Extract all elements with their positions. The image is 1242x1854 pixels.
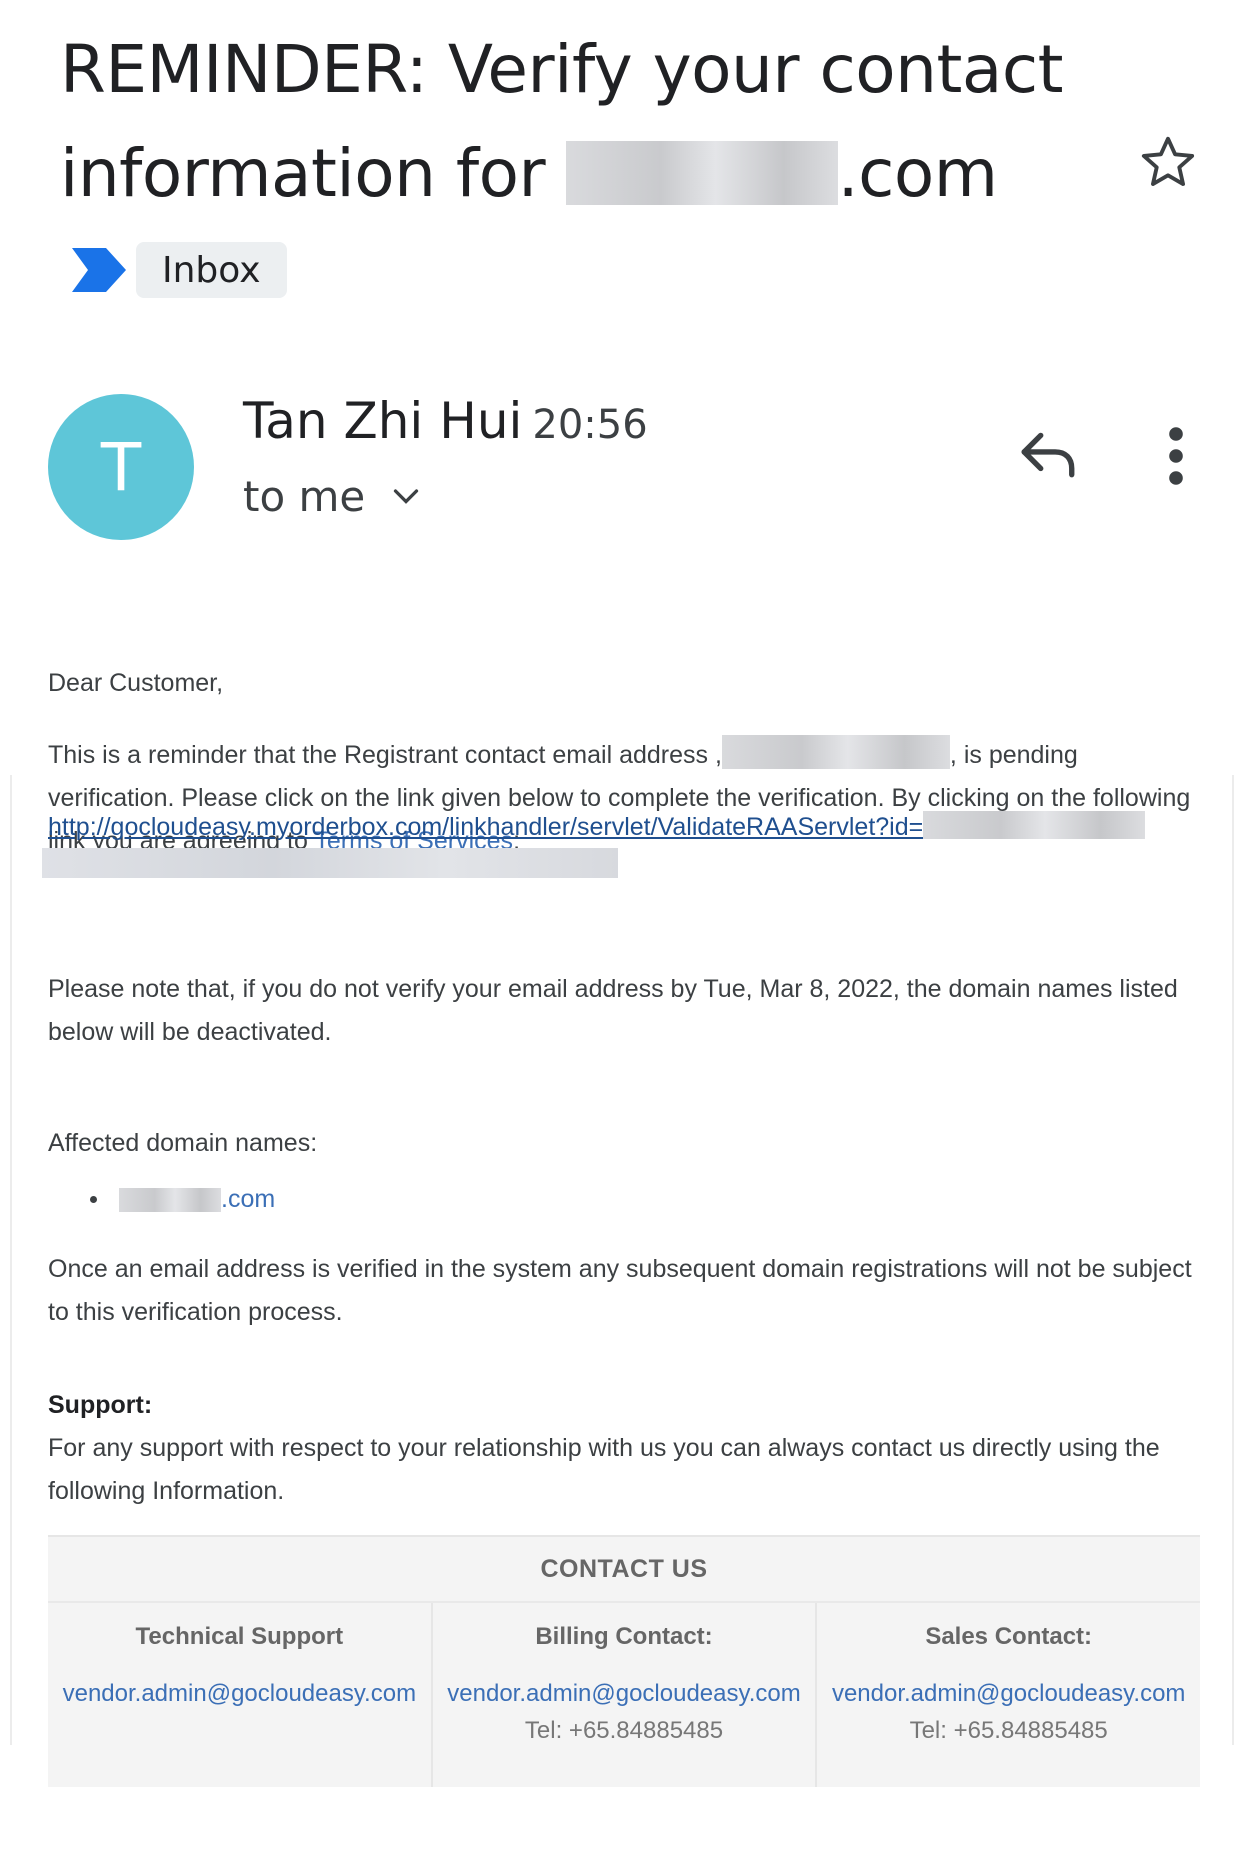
subject-line-1: REMINDER: Verify your contact [60, 31, 1064, 108]
contact-us-title: CONTACT US [48, 1537, 1200, 1603]
contact-email-link[interactable]: vendor.admin@gocloudeasy.com [48, 1675, 431, 1713]
contact-column-sales: Sales Contact: vendor.admin@gocloudeasy.… [817, 1603, 1200, 1787]
subject-prefix: information for [60, 135, 566, 212]
sender-name[interactable]: Tan Zhi Hui [243, 392, 522, 450]
greeting: Dear Customer, [48, 669, 224, 697]
sent-time: 20:56 [532, 402, 648, 448]
inbox-label-chip[interactable]: Inbox [136, 242, 287, 298]
redacted-url-id [923, 811, 1146, 839]
contact-heading: Billing Contact: [535, 1623, 713, 1650]
redacted-email [721, 735, 950, 769]
recipient-details-toggle[interactable]: to me [243, 472, 421, 521]
domain-suffix: .com [221, 1185, 276, 1213]
contact-column-technical: Technical Support vendor.admin@gocloudea… [48, 1603, 433, 1787]
contact-columns: Technical Support vendor.admin@gocloudea… [48, 1603, 1200, 1787]
more-vertical-icon[interactable] [1156, 424, 1196, 488]
importance-marker-icon[interactable] [72, 248, 126, 292]
star-outline-icon[interactable] [1137, 132, 1199, 194]
inbox-label-text: Inbox [162, 249, 261, 291]
support-paragraph: For any support with respect to your rel… [48, 1434, 1160, 1505]
support-heading: Support: [48, 1391, 153, 1419]
verification-link[interactable]: http://gocloudeasy.myorderbox.com/linkha… [48, 806, 1146, 849]
contact-email-link[interactable]: vendor.admin@gocloudeasy.com [817, 1675, 1200, 1713]
avatar-initial: T [100, 428, 142, 506]
sender-info: Tan Zhi Hui 20:56 [243, 392, 648, 450]
redacted-domain-name [119, 1187, 221, 1212]
verification-process-paragraph: Once an email address is verified in the… [48, 1255, 1192, 1326]
contact-heading: Technical Support [135, 1623, 344, 1650]
contact-tel: Tel: +65.84885485 [524, 1717, 724, 1744]
reply-icon[interactable] [1018, 428, 1080, 480]
recipient-text: to me [243, 472, 366, 521]
subject-suffix: .com [837, 135, 998, 212]
chevron-down-icon [394, 488, 419, 504]
subject-line-2: information for .com [60, 122, 1110, 226]
contact-tel: Tel: +65.84885485 [909, 1717, 1108, 1744]
contact-heading: Sales Contact: [925, 1623, 1093, 1650]
email-view: REMINDER: Verify your contact informatio… [0, 0, 1242, 1854]
contact-column-billing: Billing Contact: vendor.admin@gocloudeas… [433, 1603, 818, 1787]
verification-url: http://gocloudeasy.myorderbox.com/linkha… [48, 813, 924, 841]
redacted-url-continuation [42, 848, 618, 878]
card-border-left [10, 775, 12, 1745]
redacted-domain [565, 140, 838, 205]
deactivation-note: Please note that, if you do not verify y… [48, 975, 1178, 1046]
bullet [90, 1196, 97, 1203]
contact-us-table: CONTACT US Technical Support vendor.admi… [48, 1535, 1200, 1787]
affected-domain-item[interactable]: .com [90, 1178, 275, 1221]
affected-heading: Affected domain names: [48, 1129, 318, 1157]
label-row: Inbox [72, 242, 287, 298]
contact-email-link[interactable]: vendor.admin@gocloudeasy.com [433, 1675, 816, 1713]
sender-avatar[interactable]: T [48, 394, 194, 540]
email-subject: REMINDER: Verify your contact informatio… [60, 18, 1110, 226]
reminder-before: This is a reminder that the Registrant c… [48, 741, 722, 769]
card-border-right [1232, 775, 1234, 1745]
